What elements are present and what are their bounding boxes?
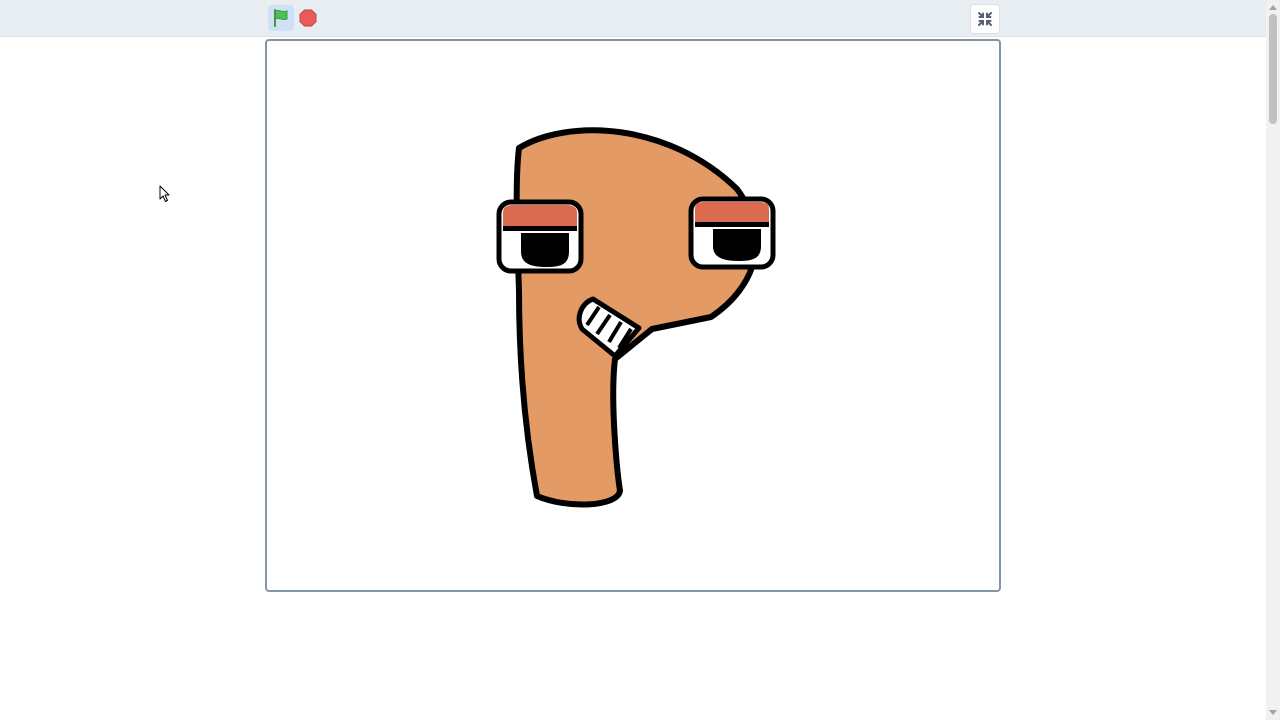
scroll-up-arrow-icon[interactable] bbox=[1269, 5, 1277, 10]
unfullscreen-icon bbox=[978, 12, 992, 26]
stop-sign-icon bbox=[299, 9, 317, 27]
green-flag-button[interactable] bbox=[268, 5, 294, 31]
stage-header bbox=[0, 0, 1266, 37]
letter-p-character-sprite[interactable] bbox=[267, 41, 999, 590]
mouse-pointer-icon bbox=[159, 185, 170, 202]
scroll-thumb[interactable] bbox=[1269, 14, 1277, 124]
scroll-down-arrow-icon[interactable] bbox=[1269, 710, 1277, 715]
page-scrollbar[interactable] bbox=[1266, 0, 1280, 720]
stage-canvas[interactable] bbox=[265, 39, 1001, 592]
left-eye bbox=[496, 199, 584, 274]
right-eye bbox=[688, 196, 776, 270]
exit-fullscreen-button[interactable] bbox=[970, 4, 1000, 34]
page bbox=[0, 0, 1280, 720]
green-flag-icon bbox=[274, 9, 288, 27]
stop-button[interactable] bbox=[295, 5, 321, 31]
